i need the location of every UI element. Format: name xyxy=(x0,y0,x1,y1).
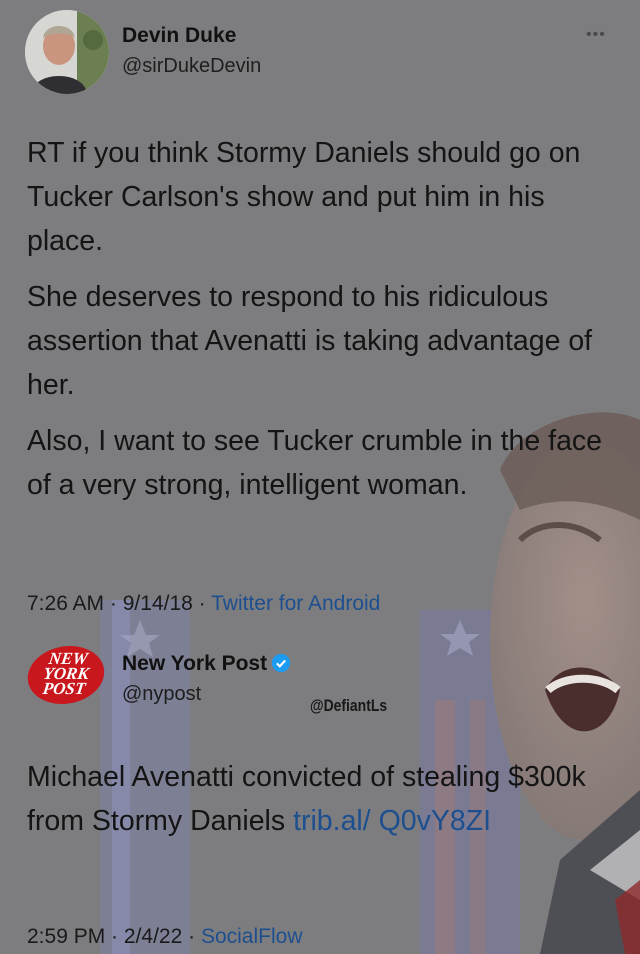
tweet-paragraph-1: RT if you think Stormy Daniels should go… xyxy=(27,137,581,257)
quoted-author-name[interactable]: New York Post xyxy=(122,652,291,676)
verified-badge-icon xyxy=(271,653,291,673)
author-avatar[interactable] xyxy=(25,10,109,94)
quoted-name-text: New York Post xyxy=(122,652,268,675)
author-name[interactable]: Devin Duke xyxy=(122,24,236,48)
quoted-tweet-meta: 2:59 PM · 2/4/22 · SocialFlow xyxy=(27,925,303,949)
tweet-paragraph-2: She deserves to respond to his ridiculou… xyxy=(27,281,593,401)
quoted-date[interactable]: 2/4/22 xyxy=(124,925,182,948)
meta-separator: · xyxy=(104,592,123,615)
watermark-text: @DefiantLs xyxy=(310,696,388,715)
tweet-date[interactable]: 9/14/18 xyxy=(123,592,193,615)
person-photo-icon xyxy=(25,10,109,94)
tweet-paragraph-3: Also, I want to see Tucker crumble in th… xyxy=(27,425,603,501)
quoted-tweet-text: Michael Avenatti convicted of stealing $… xyxy=(27,755,617,843)
nypost-logo[interactable]: NEW YORK POST xyxy=(23,646,109,704)
more-dots-icon[interactable]: ••• xyxy=(586,26,606,44)
meta-separator: · xyxy=(105,925,124,948)
tweet-source-link[interactable]: Twitter for Android xyxy=(211,592,380,615)
quoted-time[interactable]: 2:59 PM xyxy=(27,925,105,948)
quoted-tweet-link[interactable]: trib.al/ Q0vY8ZI xyxy=(293,805,491,837)
quoted-author-handle[interactable]: @nypost xyxy=(122,683,201,706)
logo-line-post: POST xyxy=(41,679,87,698)
tweet-time[interactable]: 7:26 AM xyxy=(27,592,104,615)
meta-separator: · xyxy=(192,592,212,615)
meta-separator: · xyxy=(182,925,201,948)
author-handle[interactable]: @sirDukeDevin xyxy=(122,55,261,78)
tweet-meta: 7:26 AM · 9/14/18 · Twitter for Android xyxy=(27,592,380,616)
quoted-source-link[interactable]: SocialFlow xyxy=(201,925,303,948)
